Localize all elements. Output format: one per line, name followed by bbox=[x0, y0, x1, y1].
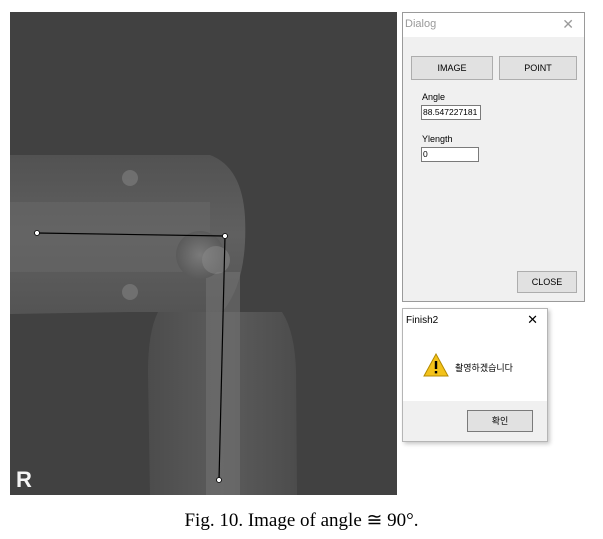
message-close-icon[interactable]: ✕ bbox=[527, 312, 538, 328]
xray-drawing bbox=[10, 155, 297, 495]
angle-field[interactable]: 88.547227181 bbox=[421, 105, 481, 120]
arm-detail-2 bbox=[122, 284, 138, 300]
point-button[interactable]: POINT bbox=[499, 56, 577, 80]
measure-point-2 bbox=[222, 233, 228, 239]
elbow-joint-inner bbox=[202, 246, 230, 274]
side-marker: R bbox=[16, 467, 32, 492]
dialog-close-icon[interactable]: ✕ bbox=[562, 16, 574, 33]
dialog-titlebar: Dialog ✕ bbox=[403, 13, 584, 37]
measure-point-1 bbox=[34, 230, 40, 236]
measure-point-3 bbox=[216, 477, 222, 483]
close-button[interactable]: CLOSE bbox=[517, 271, 577, 293]
dialog-title: Dialog bbox=[405, 18, 437, 30]
ylength-label: Ylength bbox=[422, 134, 453, 144]
ylength-field[interactable]: 0 bbox=[421, 147, 479, 162]
arm-detail-1 bbox=[122, 170, 138, 186]
finish-message-box: Finish2 ✕ 촬영하겠습니다 확인 bbox=[402, 308, 548, 442]
xray-image[interactable]: R bbox=[10, 12, 397, 495]
angle-label: Angle bbox=[422, 92, 446, 102]
image-button[interactable]: IMAGE bbox=[411, 56, 493, 80]
measurement-dialog: Dialog ✕ IMAGE POINT Angle 88.547227181 … bbox=[402, 12, 585, 302]
warning-icon bbox=[423, 353, 449, 377]
ok-button[interactable]: 확인 bbox=[467, 410, 533, 432]
message-text: 촬영하겠습니다 bbox=[455, 363, 513, 373]
message-title: Finish2 bbox=[406, 315, 439, 326]
figure-caption: Fig. 10. Image of angle ≅ 90°. bbox=[184, 510, 419, 531]
message-footer: 확인 bbox=[403, 401, 547, 441]
